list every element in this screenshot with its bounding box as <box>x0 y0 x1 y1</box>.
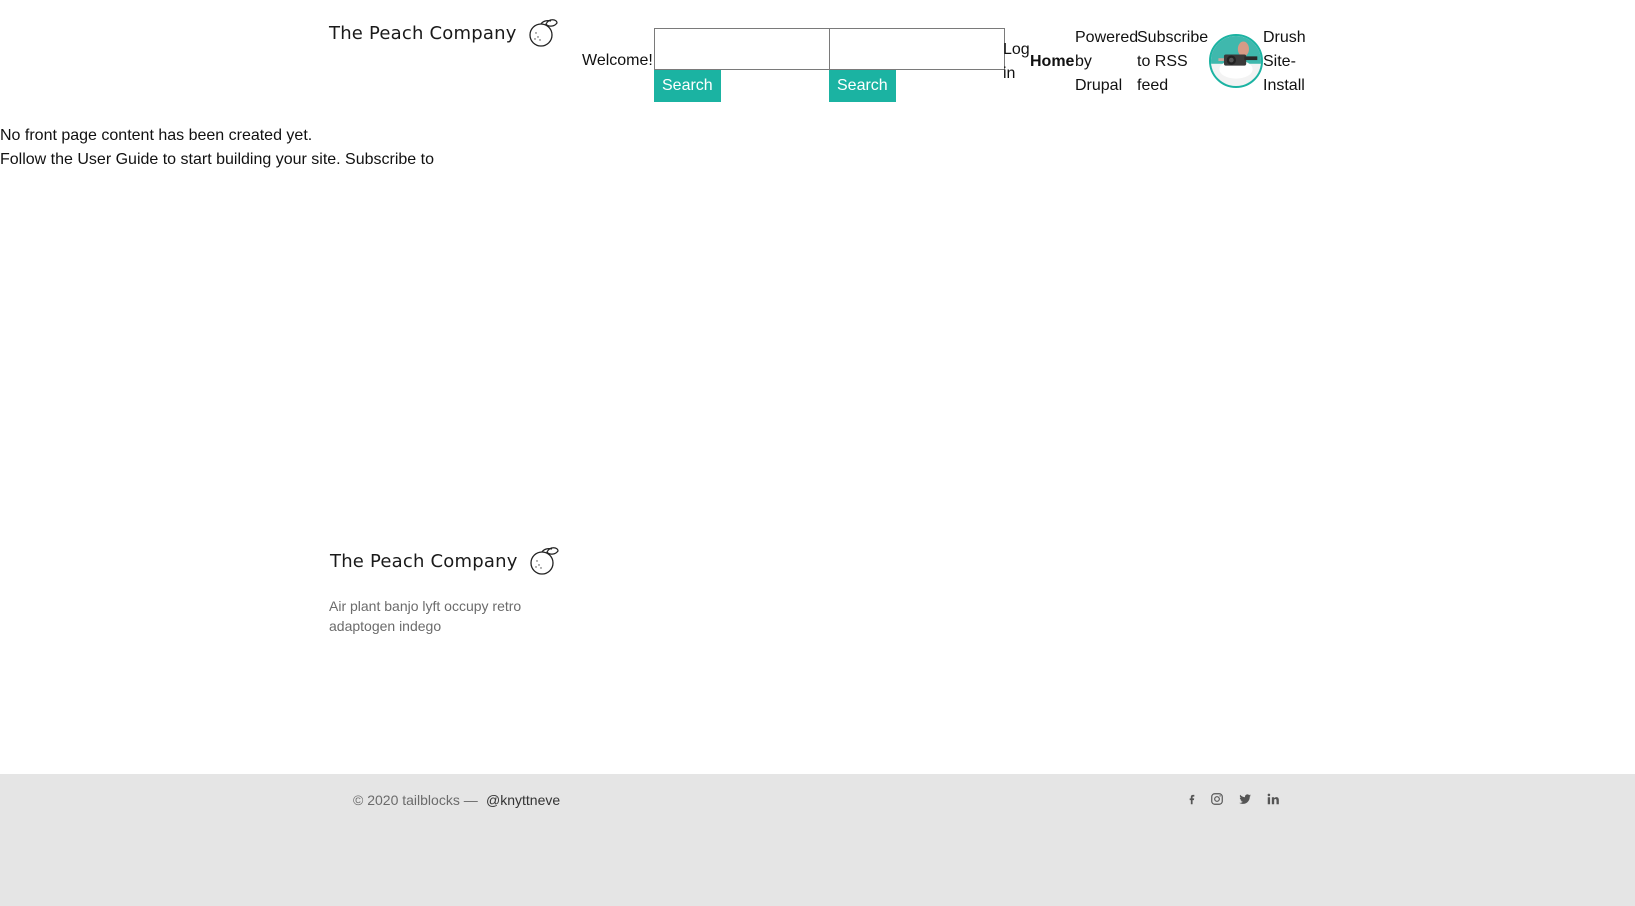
footer-brand-name: The Peach Company <box>330 550 518 572</box>
search-button-secondary[interactable]: Search <box>829 70 896 102</box>
search-button-primary[interactable]: Search <box>654 70 721 102</box>
rss-feed-link[interactable]: Subscribe to RSS feed <box>1137 26 1211 98</box>
search-input-secondary[interactable] <box>829 28 1005 70</box>
drush-site-install-link[interactable]: Drush Site-Install <box>1263 26 1313 98</box>
site-header: The Peach Company Welcome! Search Search… <box>0 0 1635 110</box>
welcome-text: Welcome! <box>582 52 653 69</box>
peach-logo-icon <box>528 19 558 47</box>
avatar[interactable] <box>1209 34 1263 88</box>
brand-name: The Peach Company <box>329 22 517 44</box>
twitter-handle-link[interactable]: @knyttneve <box>486 792 560 808</box>
powered-by-drupal-link[interactable]: Powered by Drupal <box>1075 26 1141 98</box>
copyright-text: © 2020 tailblocks — <box>353 792 478 808</box>
facebook-icon[interactable] <box>1182 789 1202 809</box>
twitter-icon[interactable] <box>1235 789 1255 809</box>
linkedin-icon[interactable] <box>1263 789 1283 809</box>
footer-description: Air plant banjo lyft occupy retro adapto… <box>329 598 522 634</box>
home-link[interactable]: Home <box>1030 50 1074 74</box>
footer-peach-logo-icon <box>529 547 559 575</box>
login-link[interactable]: Log in <box>1003 38 1031 86</box>
header-brand-link[interactable]: The Peach Company <box>329 18 559 48</box>
footer-brand-link[interactable]: The Peach Company <box>330 546 560 576</box>
bottom-bar: © 2020 tailblocks — @knyttneve <box>0 774 1635 906</box>
search-form-primary: Search <box>654 28 830 102</box>
search-form-secondary: Search <box>829 28 1005 102</box>
avatar-photographer-icon <box>1211 36 1261 86</box>
search-input-primary[interactable] <box>654 28 830 70</box>
main-content: No front page content has been created y… <box>0 124 434 172</box>
instagram-icon[interactable] <box>1207 789 1227 809</box>
empty-front-page-message: No front page content has been created y… <box>0 127 313 144</box>
user-guide-message: Follow the User Guide to start building … <box>0 151 434 168</box>
